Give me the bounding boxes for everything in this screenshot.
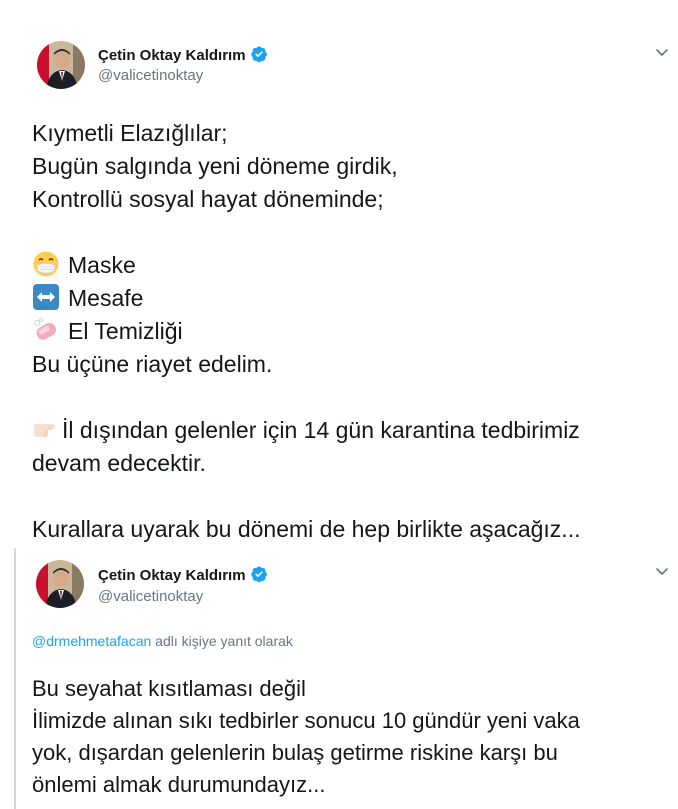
- avatar[interactable]: [36, 560, 84, 608]
- thread-connector-line: [14, 548, 16, 809]
- reply-context-text: adlı kişiye yanıt olarak: [151, 633, 293, 649]
- tweet-line: Kurallara uyarak bu dönemi de hep birlik…: [32, 516, 581, 542]
- tweet-line-hygiene: El Temizliği: [32, 315, 668, 348]
- mask-face-emoji-icon: [32, 250, 60, 278]
- tweet-line: İlimizde alınan sıkı tedbirler sonucu 10…: [32, 708, 580, 733]
- tweet-line-distance: Mesafe: [32, 282, 668, 315]
- tweet-line: Kıymetli Elazığlılar;: [32, 120, 228, 146]
- author-name[interactable]: Çetin Oktay Kaldırım: [98, 45, 268, 67]
- verified-badge-icon: [250, 45, 268, 67]
- tweet-line-mask: Maske: [32, 249, 668, 282]
- tweet-line-quarantine: İl dışından gelenler için 14 gün karanti…: [32, 414, 668, 447]
- pointing-right-hand-emoji-icon: [32, 415, 60, 443]
- tweet-line: Bugün salgında yeni döneme girdik,: [32, 153, 398, 179]
- distance-label: Mesafe: [68, 285, 144, 311]
- author-name[interactable]: Çetin Oktay Kaldırım: [98, 565, 268, 587]
- quarantine-line-text: İl dışından gelenler için 14 gün karanti…: [62, 417, 580, 443]
- tweet-line: Bu seyahat kısıtlaması değil: [32, 676, 306, 701]
- reply-mention-link[interactable]: @drmehmetafacan: [32, 633, 151, 649]
- tweet-line: devam edecektir.: [32, 450, 206, 476]
- left-right-arrow-emoji-icon: [32, 283, 60, 311]
- author-handle[interactable]: @valicetinoktay: [98, 588, 203, 605]
- tweet-line: yok, dışardan gelenlerin bulaş getirme r…: [32, 740, 558, 765]
- chevron-down-icon[interactable]: [654, 44, 670, 60]
- tweet-line: önlemi almak durumundayız...: [32, 772, 326, 797]
- author-name-text[interactable]: Çetin Oktay Kaldırım: [98, 567, 246, 584]
- hygiene-label: El Temizliği: [68, 318, 183, 344]
- author-name-text[interactable]: Çetin Oktay Kaldırım: [98, 47, 246, 64]
- soap-emoji-icon: [32, 316, 60, 344]
- reply-context: @drmehmetafacan adlı kişiye yanıt olarak: [32, 633, 293, 649]
- tweet-line: Kontrollü sosyal hayat döneminde;: [32, 186, 384, 212]
- tweet-text: Bu seyahat kısıtlaması değil İlimizde al…: [32, 673, 672, 801]
- chevron-down-icon[interactable]: [654, 563, 670, 579]
- tweet-text: Kıymetli Elazığlılar; Bugün salgında yen…: [32, 117, 668, 546]
- avatar[interactable]: [37, 41, 85, 89]
- tweet-line: Bu üçüne riayet edelim.: [32, 351, 273, 377]
- author-handle[interactable]: @valicetinoktay: [98, 67, 203, 84]
- verified-badge-icon: [250, 565, 268, 587]
- mask-label: Maske: [68, 252, 136, 278]
